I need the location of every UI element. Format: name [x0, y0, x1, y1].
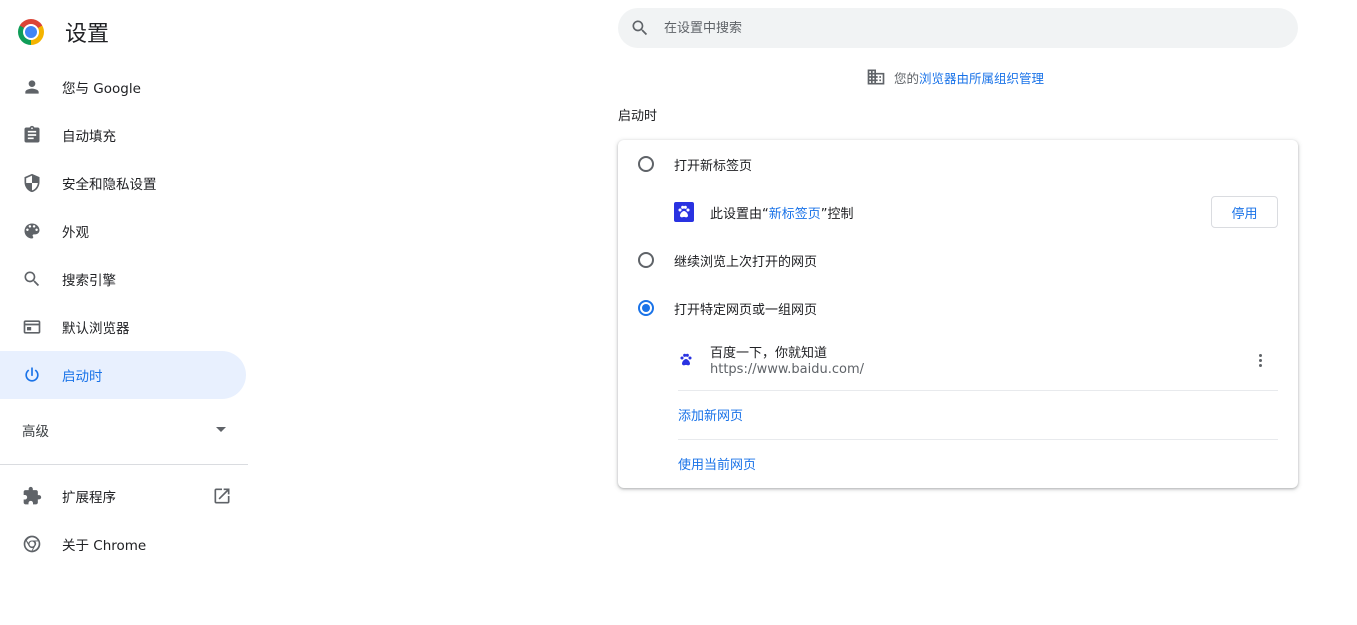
controlled-suffix: ”控制 — [820, 207, 854, 222]
sidebar-item-you-and-google[interactable]: 您与 Google — [0, 63, 246, 111]
sidebar: 设置 您与 Google 自动填充 安全和隐私设置 外观 搜索引擎 默认浏览器 … — [0, 0, 248, 625]
startup-page-entry: 百度一下，你就知道 https://www.baidu.com/ — [678, 340, 1278, 390]
baidu-favicon-icon — [678, 352, 694, 368]
palette-icon — [22, 221, 42, 241]
use-current-pages-link[interactable]: 使用当前网页 — [678, 454, 756, 473]
option-continue[interactable]: 继续浏览上次打开的网页 — [618, 250, 1298, 270]
sidebar-item-label: 启动时 — [62, 369, 103, 385]
chrome-outline-icon — [22, 534, 42, 554]
controlled-prefix: 此设置由“ — [710, 207, 769, 222]
search-icon — [632, 20, 648, 36]
chrome-logo-icon — [18, 19, 44, 45]
divider — [678, 390, 1278, 391]
caret-down-icon — [216, 427, 226, 432]
extension-link[interactable]: 新标签页 — [769, 207, 821, 222]
add-new-page-link[interactable]: 添加新网页 — [678, 405, 743, 424]
sidebar-item-label: 关于 Chrome — [62, 538, 147, 554]
startup-page-title: 百度一下，你就知道 — [710, 346, 828, 361]
building-icon — [867, 69, 885, 85]
sidebar-item-search-engine[interactable]: 搜索引擎 — [0, 255, 246, 303]
sidebar-item-privacy[interactable]: 安全和隐私设置 — [0, 159, 246, 207]
option-label: 打开特定网页或一组网页 — [674, 302, 818, 318]
clipboard-icon — [22, 125, 42, 145]
person-icon — [22, 77, 42, 97]
sidebar-item-label: 安全和隐私设置 — [62, 177, 157, 193]
extension-paw-icon — [674, 202, 694, 222]
page-title: 设置 — [65, 22, 110, 47]
sidebar-item-label: 扩展程序 — [62, 490, 116, 506]
radio-specific-pages[interactable] — [638, 300, 654, 316]
managed-notice: 您的 浏览器由所属组织管理 — [866, 67, 1044, 87]
startup-page-url: https://www.baidu.com/ — [710, 362, 865, 377]
sidebar-item-about-chrome[interactable]: 关于 Chrome — [0, 520, 246, 568]
browser-window-icon — [22, 317, 42, 337]
option-label: 打开新标签页 — [674, 158, 753, 174]
disable-extension-button[interactable]: 停用 — [1211, 196, 1278, 228]
sidebar-item-label: 默认浏览器 — [62, 321, 130, 337]
shield-icon — [22, 173, 42, 193]
search-bar[interactable] — [618, 8, 1298, 48]
sidebar-item-on-startup[interactable]: 启动时 — [0, 351, 246, 399]
brand: 设置 — [18, 16, 109, 48]
open-in-new-icon[interactable] — [212, 486, 232, 506]
managed-link[interactable]: 浏览器由所属组织管理 — [919, 68, 1044, 87]
divider — [0, 464, 248, 465]
sidebar-item-label: 自动填充 — [62, 129, 116, 145]
search-input[interactable] — [664, 20, 1264, 36]
sidebar-item-label: 搜索引擎 — [62, 273, 116, 289]
controlled-by-text: 此设置由“新标签页”控制 — [710, 203, 854, 222]
startup-card: 打开新标签页 此设置由“新标签页”控制 停用 继续浏览上次打开的网页 打开特定网… — [618, 140, 1298, 488]
divider — [678, 439, 1278, 440]
radio-new-tab[interactable] — [638, 156, 654, 172]
option-specific-pages[interactable]: 打开特定网页或一组网页 — [618, 298, 1298, 318]
radio-continue[interactable] — [638, 252, 654, 268]
sidebar-item-autofill[interactable]: 自动填充 — [0, 111, 246, 159]
power-icon — [22, 365, 42, 385]
puzzle-icon — [22, 486, 42, 506]
advanced-toggle[interactable]: 高级 — [0, 408, 246, 452]
advanced-label: 高级 — [22, 424, 49, 440]
more-vert-icon[interactable] — [1254, 350, 1266, 370]
section-title: 启动时 — [618, 109, 658, 124]
sidebar-item-label: 外观 — [62, 225, 89, 241]
managed-prefix: 您的 — [894, 70, 920, 86]
option-new-tab[interactable]: 打开新标签页 — [618, 154, 1298, 174]
sidebar-item-label: 您与 Google — [62, 81, 141, 97]
sidebar-item-appearance[interactable]: 外观 — [0, 207, 246, 255]
sidebar-item-extensions[interactable]: 扩展程序 — [0, 472, 246, 520]
option-label: 继续浏览上次打开的网页 — [674, 254, 818, 270]
search-icon — [22, 269, 42, 289]
sidebar-item-default-browser[interactable]: 默认浏览器 — [0, 303, 246, 351]
